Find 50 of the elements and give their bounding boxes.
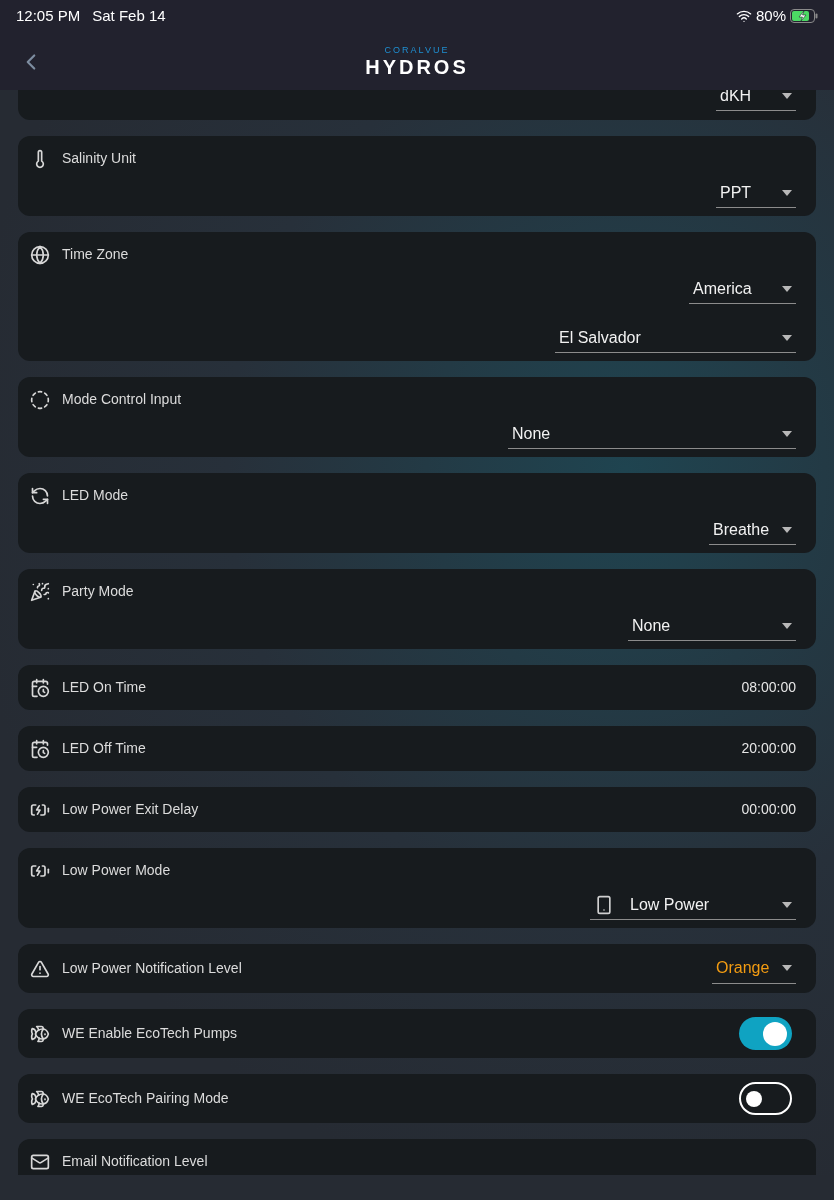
caret-icon [782,965,792,971]
setting-label: Low Power Exit Delay [62,800,199,819]
setting-label: LED On Time [62,678,147,697]
status-date: Sat Feb 14 [92,5,166,26]
caret-icon [782,285,792,292]
setting-label: Low Power Notification Level [62,959,242,978]
phone-icon [594,894,614,915]
logo-subtitle: CORALVUE [384,45,450,55]
setting-label: WE Enable EcoTech Pumps [62,1024,238,1043]
party-popper-icon [30,581,50,602]
fish-icon [30,1088,50,1109]
time-value[interactable]: 20:00:00 [741,738,796,759]
fish-icon [30,1023,50,1044]
caret-icon [782,189,792,196]
dropdown[interactable]: None [628,611,796,641]
caret-icon [782,526,792,533]
calendar-clock-icon [30,677,50,698]
dropdown[interactable]: None [508,419,796,449]
dropdown[interactable]: Orange [712,953,796,984]
setting-label: Low Power Mode [62,861,171,880]
battery-percent: 80% [755,5,786,26]
setting-label: LED Off Time [62,739,146,758]
dropdown[interactable]: Low Power [590,890,796,920]
caret-icon [782,622,792,629]
dropdown[interactable]: PPT [716,178,796,208]
dropdown[interactable]: America [689,274,796,304]
setting-label: Salinity Unit [62,149,136,168]
dropdown[interactable]: Breathe [709,515,796,545]
setting-label: Email Notification Level [62,1152,208,1171]
setting-label: Time Zone [62,245,129,264]
time-value[interactable]: 00:00:00 [741,799,796,820]
setting-label: Party Mode [62,582,134,601]
warning-icon [30,958,50,979]
caret-icon [782,430,792,437]
caret-icon [782,901,792,908]
caret-icon [782,92,792,99]
setting-label: WE EcoTech Pairing Mode [62,1089,229,1108]
dropdown[interactable]: El Salvador [555,323,796,353]
setting-label: Mode Control Input [62,390,182,409]
globe-icon [30,244,50,265]
setting-label: LED Mode [62,486,129,505]
caret-icon [782,334,792,341]
toggle-switch[interactable] [739,1082,792,1115]
logo-title: HYDROS [365,56,469,77]
calendar-clock-icon [30,738,50,759]
toggle-switch[interactable] [739,1017,792,1050]
time-value[interactable]: 08:00:00 [741,677,796,698]
wifi-icon [735,8,752,24]
status-time: 12:05 PM [16,5,81,26]
battery-charging-icon [790,9,818,23]
